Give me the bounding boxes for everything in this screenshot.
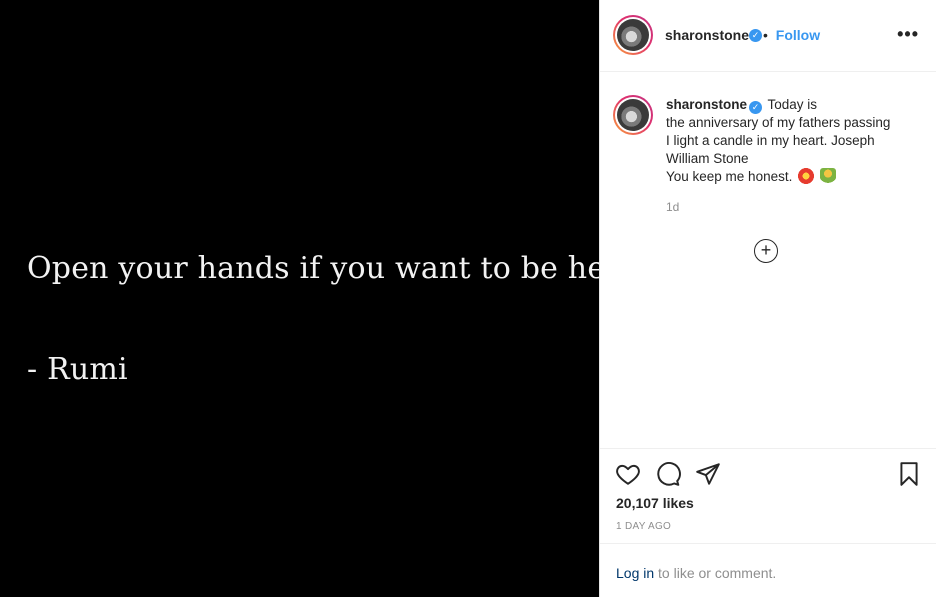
post-actions: 20,107 likes 1 DAY AGO: [600, 448, 936, 543]
caption-age[interactable]: 1d: [666, 200, 679, 214]
avatar[interactable]: [613, 15, 653, 55]
collision-emoji-icon: [798, 168, 815, 184]
caption: sharonstone ✓ Today is the anniversary of…: [666, 96, 921, 186]
follow-wrap: • Follow: [763, 27, 820, 43]
caption-username[interactable]: sharonstone: [666, 97, 747, 112]
person-emoji-icon: [819, 168, 836, 184]
caption-text-5: You keep me honest.: [666, 169, 793, 184]
comments-area: sharonstone ✓ Today is the anniversary of…: [600, 72, 936, 448]
caption-text-4: William Stone: [666, 151, 749, 166]
caption-text-3: I light a candle in my heart. Joseph: [666, 133, 875, 148]
quote-author: - Rumi: [27, 352, 128, 387]
login-prompt: Log in to like or comment.: [600, 543, 936, 597]
verified-badge-icon: ✓: [749, 101, 763, 114]
share-paper-plane-icon[interactable]: [695, 461, 721, 487]
post-side-panel: sharonstone ✓ • Follow ••• sharonstone ✓ …: [599, 0, 936, 597]
caption-text-1: Today is: [767, 97, 818, 112]
header-username[interactable]: sharonstone: [665, 27, 749, 43]
post-media[interactable]: Open your hands if you want to be held. …: [0, 0, 644, 597]
caption-avatar[interactable]: [613, 95, 653, 135]
load-more-comments-icon[interactable]: +: [754, 239, 778, 263]
like-heart-icon[interactable]: [615, 461, 641, 487]
quote-text: Open your hands if you want to be held.: [27, 251, 645, 286]
follow-button[interactable]: Follow: [776, 27, 820, 43]
save-bookmark-icon[interactable]: [896, 461, 922, 487]
verified-badge-icon: ✓: [749, 29, 762, 42]
like-count[interactable]: 20,107 likes: [616, 495, 694, 511]
comment-bubble-icon[interactable]: [655, 461, 681, 487]
login-link[interactable]: Log in: [616, 565, 654, 581]
post-timestamp[interactable]: 1 DAY AGO: [616, 521, 671, 532]
login-text: Log in to like or comment.: [616, 565, 776, 581]
caption-text-2: the anniversary of my fathers passing: [666, 115, 891, 130]
post-header: sharonstone ✓ • Follow •••: [600, 0, 936, 72]
login-suffix: to like or comment.: [654, 565, 777, 581]
more-options-icon[interactable]: •••: [897, 24, 919, 45]
separator-dot: •: [763, 27, 768, 43]
